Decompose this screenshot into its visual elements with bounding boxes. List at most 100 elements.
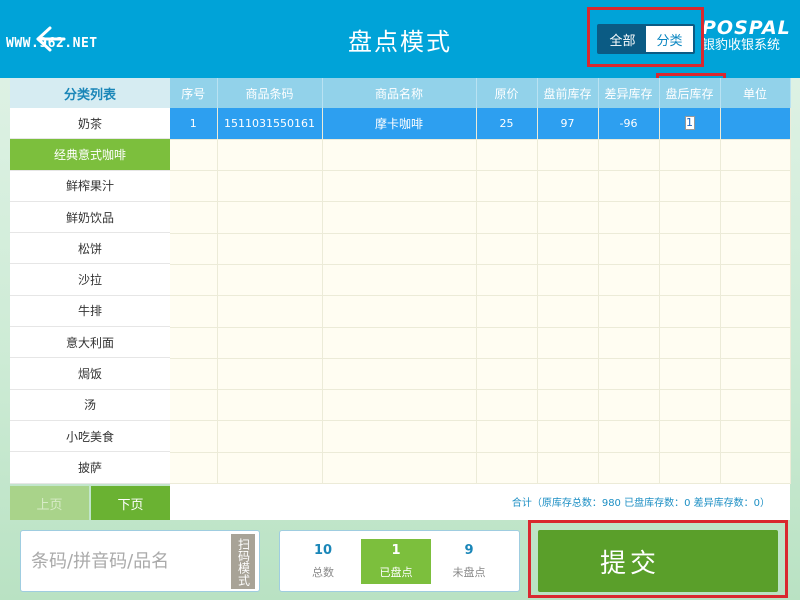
stat-uncounted-label: 未盘点 — [452, 566, 486, 579]
table-cell — [720, 327, 791, 359]
table-cell — [659, 452, 721, 485]
table-cell — [476, 452, 538, 485]
mode-category-button[interactable]: 分类 — [646, 26, 693, 52]
table-cell — [476, 327, 538, 359]
scan-mode-button[interactable]: 扫码模式 — [231, 534, 255, 589]
sidebar-item[interactable]: 牛排 — [10, 295, 170, 328]
table-cell — [476, 420, 538, 453]
table-cell — [170, 170, 218, 203]
app-header: WWW.962.NET 盘点模式 全部 分类 POSPAL 银豹收银系统 — [0, 0, 800, 78]
table-cell — [170, 389, 218, 422]
table-cell — [537, 327, 599, 359]
prev-page-button[interactable]: 上页 — [10, 486, 89, 520]
stat-uncounted[interactable]: 9 未盘点 — [434, 539, 504, 584]
table-cell — [217, 420, 323, 453]
table-cell — [170, 201, 218, 234]
sidebar-item[interactable]: 焗饭 — [10, 358, 170, 390]
table-cell: -96 — [598, 108, 660, 140]
next-page-button[interactable]: 下页 — [91, 486, 170, 520]
table-cell — [170, 420, 218, 453]
table-cell — [322, 358, 477, 391]
table-cell — [217, 170, 323, 203]
sidebar-item[interactable]: 鲜奶饮品 — [10, 201, 170, 234]
table-cell — [720, 170, 791, 203]
table-cell — [598, 139, 660, 172]
table-row[interactable]: 1 1511031550161 摩卡咖啡 25 97 -96 1 — [170, 108, 791, 140]
table-row — [170, 264, 791, 297]
category-list-header: 分类列表 — [10, 78, 170, 108]
sidebar-item[interactable]: 松饼 — [10, 233, 170, 265]
column-header: 原价 — [476, 78, 538, 108]
sidebar-item[interactable]: 披萨 — [10, 452, 170, 484]
table-cell — [720, 358, 791, 391]
table-cell — [537, 139, 599, 172]
table-cell — [170, 358, 218, 391]
column-header: 差异库存 — [598, 78, 660, 108]
table-cell — [537, 201, 599, 234]
table-cell — [659, 420, 721, 453]
table-cell — [598, 170, 660, 203]
table-row — [170, 389, 791, 422]
table-cell — [476, 295, 538, 328]
table-cell — [322, 233, 477, 265]
sidebar-item[interactable]: 沙拉 — [10, 264, 170, 296]
table-cell — [537, 358, 599, 391]
stat-counted-value: 1 — [391, 543, 401, 558]
logo-english: POSPAL — [702, 17, 791, 39]
table-cell — [322, 139, 477, 172]
table-cell — [217, 327, 323, 359]
sidebar-item[interactable]: 意大利面 — [10, 327, 170, 359]
table-cell — [217, 233, 323, 265]
table-cell — [659, 264, 721, 297]
stat-total[interactable]: 10 总数 — [288, 539, 358, 584]
table-cell — [598, 389, 660, 422]
table-cell — [217, 358, 323, 391]
table-cell — [720, 452, 791, 485]
table-cell — [537, 170, 599, 203]
mode-toggle: 全部 分类 — [597, 24, 695, 54]
table-cell — [598, 327, 660, 359]
sidebar-item[interactable]: 鲜榨果汁 — [10, 170, 170, 202]
table-cell: 1 — [170, 108, 218, 140]
barcode-search-input[interactable] — [31, 541, 231, 581]
table-cell — [598, 233, 660, 265]
stat-counted[interactable]: 1 已盘点 — [361, 539, 431, 584]
submit-button[interactable]: 提交 — [538, 530, 778, 592]
table-cell — [322, 389, 477, 422]
table-row — [170, 452, 791, 485]
table-row — [170, 420, 791, 453]
table-cell — [659, 389, 721, 422]
table-cell — [217, 201, 323, 234]
table-cell: 1511031550161 — [217, 108, 323, 140]
table-cell — [170, 327, 218, 359]
table-cell — [659, 201, 721, 234]
table-cell — [476, 233, 538, 265]
table-cell — [598, 264, 660, 297]
table-cell — [322, 201, 477, 234]
table-cell — [720, 108, 791, 140]
table-cell — [598, 420, 660, 453]
table-cell — [170, 295, 218, 328]
sidebar-item[interactable]: 小吃美食 — [10, 420, 170, 453]
table-cell — [720, 233, 791, 265]
inventory-table: 序号 商品条码 商品名称 原价 盘前库存 差异库存 盘后库存 单位 1 151103155016… — [170, 78, 791, 520]
table-cell — [659, 139, 721, 172]
table-cell[interactable]: 1 — [659, 108, 721, 140]
table-cell — [537, 420, 599, 453]
mode-all-button[interactable]: 全部 — [599, 26, 646, 52]
sidebar-item[interactable]: 经典意式咖啡 — [10, 139, 170, 171]
table-cell — [598, 358, 660, 391]
sidebar-item[interactable]: 汤 — [10, 389, 170, 421]
category-pager: 上页 下页 — [10, 486, 170, 520]
column-header: 盘后库存 — [659, 78, 721, 108]
table-cell — [720, 295, 791, 328]
post-stock-input[interactable]: 1 — [684, 116, 695, 131]
table-cell — [217, 264, 323, 297]
table-row — [170, 327, 791, 359]
sidebar-item[interactable]: 奶茶 — [10, 108, 170, 140]
table-cell — [659, 327, 721, 359]
table-cell — [170, 452, 218, 485]
stat-total-label: 总数 — [312, 566, 334, 579]
table-cell — [598, 295, 660, 328]
table-cell — [537, 295, 599, 328]
